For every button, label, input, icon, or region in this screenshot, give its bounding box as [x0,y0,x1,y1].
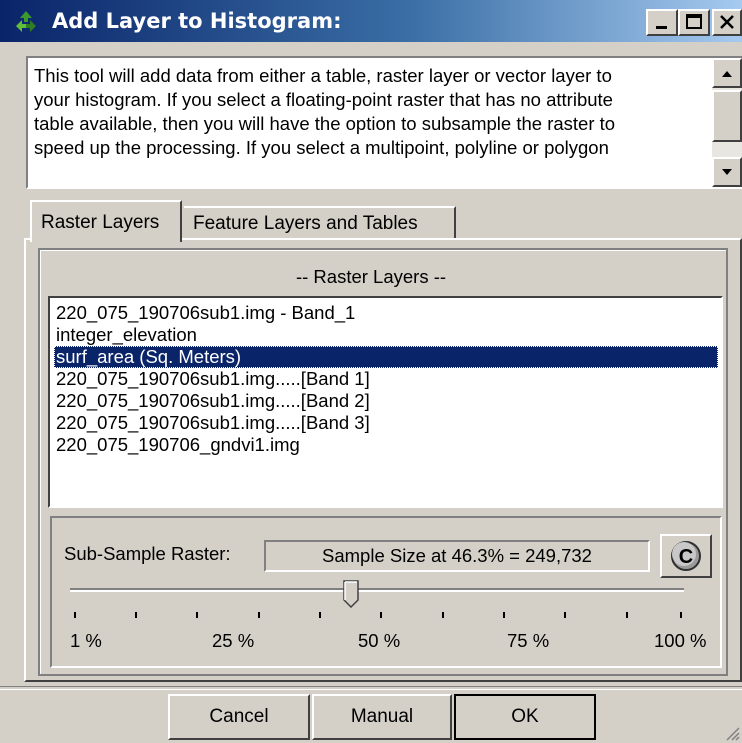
c-circle-icon: C [671,541,701,571]
scale-label-25: 25 % [212,630,255,651]
slider-tick [680,612,682,618]
description-scrollbar[interactable] [712,58,742,187]
title-bar[interactable]: Add Layer to Histogram: [0,0,742,42]
recycle-arrows-icon [16,11,36,32]
slider-tick [380,612,382,618]
slider-tick [626,612,628,618]
minimize-icon [656,26,667,29]
slider-tick [503,612,505,618]
slider-tick [319,612,321,618]
resize-grip-icon[interactable] [724,725,740,741]
scale-label-1: 1 % [70,630,102,651]
subsample-label: Sub-Sample Raster: [64,543,231,564]
list-item[interactable]: 220_075_190706sub1.img.....[Band 1] [56,368,370,390]
scale-label-75: 75 % [507,630,550,651]
list-item[interactable]: 220_075_190706sub1.img - Band_1 [56,302,355,324]
maximize-button[interactable] [678,9,710,36]
calculate-button[interactable]: C [660,534,712,578]
slider-tick [258,612,260,618]
scroll-thumb[interactable] [712,90,742,142]
window-title: Add Layer to Histogram: [52,9,342,33]
c-button-label: C [679,546,693,568]
close-icon [720,15,734,29]
arrow-up-icon [722,71,732,77]
scale-label-100: 100 % [654,630,707,651]
tab-feature-layers-and-tables[interactable]: Feature Layers and Tables [184,206,456,238]
sample-size-readout: Sample Size at 46.3% = 249,732 [264,540,650,572]
bottom-separator [0,686,742,690]
list-item[interactable]: 220_075_190706sub1.img.....[Band 3] [56,412,370,434]
slider-tick [442,612,444,618]
minimize-button[interactable] [646,9,678,36]
scroll-down-button[interactable] [712,157,742,187]
list-item[interactable]: 220_075_190706_gndvi1.img [56,434,300,456]
description-text: This tool will add data from either a ta… [34,65,616,158]
subsample-slider-track[interactable] [70,588,684,592]
tab-raster-layers[interactable]: Raster Layers [30,200,182,242]
close-button[interactable] [712,9,742,36]
scale-label-50: 50 % [358,630,401,651]
slider-tick [135,612,137,618]
maximize-icon [686,14,702,29]
slider-tick [196,612,198,618]
list-item[interactable]: integer_elevation [56,324,197,346]
manual-button[interactable]: Manual [312,694,452,740]
subsample-slider-thumb[interactable] [342,580,360,608]
cancel-button[interactable]: Cancel [168,694,310,740]
slider-tick [74,612,76,618]
list-item[interactable]: 220_075_190706sub1.img.....[Band 2] [56,390,370,412]
ok-button[interactable]: OK [454,694,596,740]
description-textbox[interactable]: This tool will add data from either a ta… [26,56,742,189]
raster-layers-group-title: -- Raster Layers -- [295,266,447,287]
arrow-down-icon [722,169,732,175]
slider-tick [564,612,566,618]
list-item-selected[interactable]: surf_area (Sq. Meters) [54,346,718,368]
raster-layers-list[interactable]: 220_075_190706sub1.img - Band_1 integer_… [48,296,723,508]
scroll-up-button[interactable] [712,58,742,88]
